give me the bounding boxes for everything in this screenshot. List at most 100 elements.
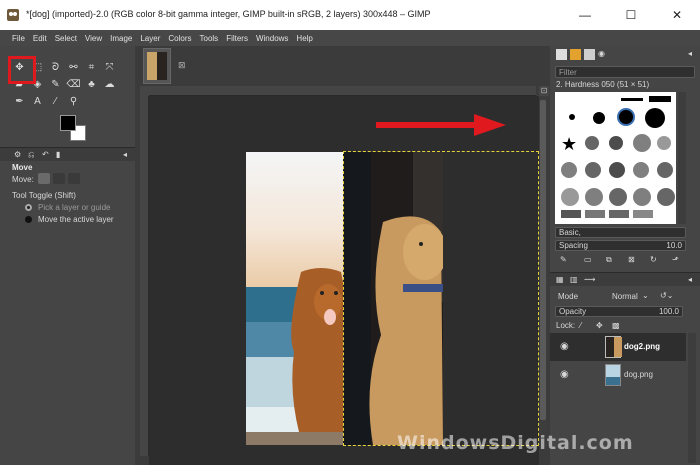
zoom-image-when-window-resized-icon[interactable]: ⊡ <box>539 86 549 96</box>
active-layer-boundary <box>343 151 539 446</box>
move-path-mode-button[interactable] <box>68 173 80 184</box>
move-mode-label: Move: <box>12 175 34 184</box>
foreground-color-swatch[interactable] <box>60 115 76 131</box>
layers-tabs: ▦ ▥ ⟿ ◂ <box>550 272 700 286</box>
brush-filter-input[interactable]: Filter <box>555 66 695 78</box>
switch-mode-icon[interactable]: ↺⌄ <box>660 291 673 300</box>
transform-icon[interactable]: ⤧ <box>102 60 117 75</box>
layer-row-dog2[interactable]: ◉ dog2.png <box>550 333 686 361</box>
layer-name[interactable]: dog.png <box>624 370 653 379</box>
menu-bar: File Edit Select View Image Layer Colors… <box>0 30 700 46</box>
vertical-scrollbar-thumb[interactable] <box>540 100 546 420</box>
brush-actions-bar: ✎ ▭ ⧉ ⊠ ↻ ⬏ <box>550 253 700 267</box>
move-active-layer-radio[interactable] <box>25 216 32 223</box>
channels-tab-icon[interactable]: ▥ <box>570 275 578 284</box>
move-selection-mode-button[interactable] <box>53 173 65 184</box>
lock-label: Lock: <box>556 321 576 330</box>
layer-thumbnail <box>605 336 622 358</box>
menu-windows[interactable]: Windows <box>256 34 288 43</box>
brushes-configure-icon[interactable]: ◂ <box>688 49 692 58</box>
horizontal-ruler <box>148 86 536 96</box>
brush-grid[interactable]: ★ <box>555 92 676 224</box>
layer-name[interactable]: dog2.png <box>624 342 660 351</box>
menu-filters[interactable]: Filters <box>226 34 248 43</box>
move-tool-highlight <box>8 56 36 84</box>
layers-tab-icon[interactable]: ▦ <box>556 275 564 284</box>
tool-options-title: Move <box>12 163 33 172</box>
dog-photo-left <box>246 152 346 445</box>
configure-tab-icon[interactable]: ◂ <box>123 150 127 159</box>
clone-icon[interactable]: ♣ <box>84 77 99 92</box>
menu-select[interactable]: Select <box>55 34 77 43</box>
ruler-corner[interactable] <box>140 86 149 96</box>
paintbrush-icon[interactable]: ✎ <box>48 77 63 92</box>
pick-layer-radio[interactable] <box>25 204 32 211</box>
vertical-ruler <box>140 96 149 456</box>
title-bar: *[dog] (imported)-2.0 (RGB color 8-bit g… <box>0 0 700 30</box>
layer-opacity-slider[interactable]: Opacity 100.0 <box>555 306 683 317</box>
menu-file[interactable]: File <box>12 34 25 43</box>
refresh-brushes-icon[interactable]: ↻ <box>650 255 657 264</box>
maximize-button[interactable]: ☐ <box>608 0 654 30</box>
brush-spacing-slider[interactable]: Spacing 10.0 <box>555 240 686 251</box>
move-layer-mode-button[interactable] <box>38 173 50 184</box>
brush-tag-input[interactable]: Basic, <box>555 227 686 238</box>
color-picker-icon[interactable]: ⁄ <box>48 94 63 109</box>
paths-tab-icon[interactable]: ⟿ <box>584 275 595 284</box>
layers-scrollbar[interactable] <box>688 333 696 463</box>
gimp-app-icon <box>7 9 19 21</box>
lock-position-icon[interactable]: ✥ <box>596 321 603 330</box>
brushes-tab-icon[interactable] <box>556 49 567 60</box>
menu-layer[interactable]: Layer <box>140 34 160 43</box>
menu-tools[interactable]: Tools <box>200 34 219 43</box>
menu-edit[interactable]: Edit <box>33 34 47 43</box>
smudge-icon[interactable]: ☁ <box>102 77 117 92</box>
menu-image[interactable]: Image <box>110 34 132 43</box>
images-tab-icon[interactable]: ▮ <box>56 150 60 159</box>
text-tool-icon[interactable]: A <box>30 94 45 109</box>
open-brush-icon[interactable]: ⬏ <box>672 255 679 264</box>
current-brush-label: 2. Hardness 050 (51 × 51) <box>556 80 650 89</box>
fuzzy-select-icon[interactable]: ⚯ <box>66 60 81 75</box>
chevron-down-icon[interactable]: ⌄ <box>642 291 649 300</box>
layer-thumbnail <box>605 364 621 386</box>
zoom-icon[interactable]: ⚲ <box>66 94 81 109</box>
brushes-tabs: ◉ ◂ <box>550 48 700 62</box>
patterns-tab-icon[interactable] <box>570 49 581 60</box>
device-status-tab-icon[interactable]: ⎌ <box>28 150 34 160</box>
layer-visibility-eye-icon[interactable]: ◉ <box>560 369 569 380</box>
close-image-tab-icon[interactable]: ⊠ <box>178 60 186 71</box>
menu-colors[interactable]: Colors <box>168 34 191 43</box>
layer-visibility-eye-icon[interactable]: ◉ <box>560 341 569 352</box>
lock-alpha-icon[interactable]: ▩ <box>612 321 620 330</box>
tool-options-tabs: ⚙ ⎌ ↶ ▮ ◂ <box>0 147 135 161</box>
layers-configure-icon[interactable]: ◂ <box>688 275 692 284</box>
minimize-button[interactable]: — <box>562 0 608 30</box>
right-dock: ◉ ◂ Filter 2. Hardness 050 (51 × 51) ★ B… <box>550 46 700 465</box>
tool-options-tab-icon[interactable]: ⚙ <box>14 150 21 159</box>
close-button[interactable]: ✕ <box>654 0 700 30</box>
tool-toggle-label: Tool Toggle (Shift) <box>12 191 76 200</box>
crop-icon[interactable]: ⌗ <box>84 60 99 75</box>
red-arrow-annotation <box>376 114 506 136</box>
brush-grid-scrollbar[interactable] <box>678 92 686 224</box>
layer-row-dog[interactable]: ◉ dog.png <box>550 361 686 389</box>
delete-brush-icon[interactable]: ⊠ <box>628 255 635 264</box>
undo-history-tab-icon[interactable]: ↶ <box>42 150 49 159</box>
lock-pixels-icon[interactable]: ⁄ <box>580 321 581 330</box>
edit-brush-icon[interactable]: ✎ <box>560 255 567 264</box>
duplicate-brush-icon[interactable]: ⧉ <box>606 255 612 265</box>
lasso-icon[interactable]: ᘐ <box>48 60 63 75</box>
document-history-tab-icon[interactable]: ◉ <box>598 49 605 58</box>
menu-help[interactable]: Help <box>296 34 312 43</box>
menu-view[interactable]: View <box>85 34 102 43</box>
window-title: *[dog] (imported)-2.0 (RGB color 8-bit g… <box>26 9 431 19</box>
layer-mode-select[interactable]: Normal <box>612 292 638 301</box>
fonts-tab-icon[interactable] <box>584 49 595 60</box>
eraser-icon[interactable]: ⌫ <box>66 77 81 92</box>
layer-mode-label: Mode <box>558 292 579 301</box>
image-tab-thumbnail[interactable] <box>143 48 171 84</box>
new-brush-icon[interactable]: ▭ <box>584 255 592 264</box>
toolbox-panel: ✥ ⬚ ᘐ ⚯ ⌗ ⤧ ▰ ◈ ✎ ⌫ ♣ ☁ ✒ A ⁄ ⚲ ⚙ ⎌ ↶ ▮ … <box>0 46 135 465</box>
paths-icon[interactable]: ✒ <box>12 94 27 109</box>
